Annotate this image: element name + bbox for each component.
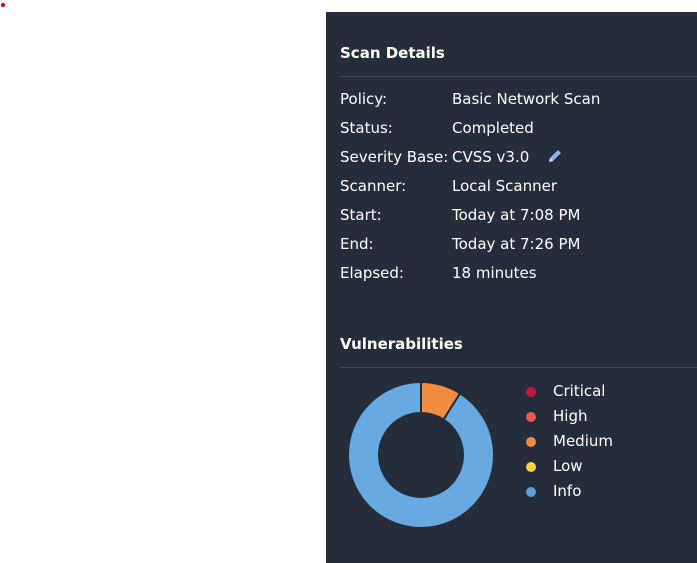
end-label: End: (340, 235, 374, 253)
scan-summary-panel: Scan Details Policy: Basic Network Scan … (326, 12, 697, 563)
legend-label-high: High (553, 407, 588, 425)
status-row: Status: Completed (340, 119, 680, 148)
legend-label-critical: Critical (553, 382, 606, 400)
elapsed-row: Elapsed: 18 minutes (340, 264, 680, 293)
severity-base-value: CVSS v3.0 (452, 148, 530, 166)
pencil-icon[interactable] (546, 147, 564, 165)
status-label: Status: (340, 119, 393, 137)
start-label: Start: (340, 206, 382, 224)
end-row: End: Today at 7:26 PM (340, 235, 680, 264)
vulnerabilities-divider (340, 367, 697, 368)
status-value: Completed (452, 119, 534, 137)
medium-dot (526, 437, 536, 447)
scanner-value: Local Scanner (452, 177, 558, 195)
scan-details-list: Policy: Basic Network Scan Status: Compl… (340, 90, 680, 293)
low-dot (526, 462, 536, 472)
donut-slice-info[interactable] (347, 380, 495, 529)
policy-label: Policy: (340, 90, 388, 108)
elapsed-label: Elapsed: (340, 264, 404, 282)
severity-base-label: Severity Base: (340, 148, 449, 166)
scan-details-divider (340, 76, 697, 77)
policy-value: Basic Network Scan (452, 90, 601, 108)
severity-base-row: Severity Base: CVSS v3.0 (340, 148, 680, 177)
legend-label-low: Low (553, 457, 583, 475)
critical-dot (526, 387, 536, 397)
status-dot (1, 3, 5, 7)
high-dot (526, 412, 536, 422)
info-dot (526, 487, 536, 497)
elapsed-value: 18 minutes (452, 264, 537, 282)
end-value: Today at 7:26 PM (452, 235, 581, 253)
start-value: Today at 7:08 PM (452, 206, 581, 224)
vulnerabilities-title: Vulnerabilities (340, 335, 463, 353)
vulnerabilities-donut-chart[interactable] (344, 378, 498, 532)
legend-label-medium: Medium (553, 432, 613, 450)
scanner-label: Scanner: (340, 177, 407, 195)
scan-details-title: Scan Details (340, 44, 445, 62)
policy-row: Policy: Basic Network Scan (340, 90, 680, 119)
legend-label-info: Info (553, 482, 582, 500)
start-row: Start: Today at 7:08 PM (340, 206, 680, 235)
scanner-row: Scanner: Local Scanner (340, 177, 680, 206)
